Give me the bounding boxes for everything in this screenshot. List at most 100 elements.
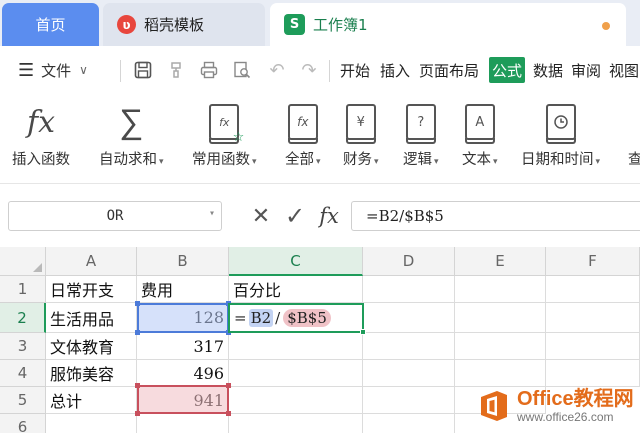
dropdown-arrow-icon: ▾ (316, 157, 321, 167)
cell-f2[interactable] (546, 303, 640, 333)
office-tutorial-watermark: Office教程网 www.office26.com (477, 382, 637, 430)
tab-formulas-label: 公式 (492, 61, 523, 80)
print-preview-icon[interactable] (231, 59, 253, 81)
cancel-formula-icon[interactable]: ✕ (248, 201, 274, 231)
tab-review-label: 审阅 (571, 61, 602, 80)
watermark-url: www.office26.com (517, 410, 614, 424)
cell-c1[interactable]: 百分比 (229, 276, 363, 303)
undo-icon[interactable]: ↶ (266, 59, 288, 81)
select-all-corner[interactable] (0, 247, 46, 276)
cell-b5[interactable]: 941 (137, 387, 229, 414)
chevron-down-icon[interactable]: ▾ (209, 208, 215, 219)
tab-docer-templates[interactable]: ʋ 稻壳模板 (103, 3, 265, 46)
row-header-6[interactable]: 6 (0, 414, 46, 433)
column-header-f[interactable]: F (546, 247, 640, 276)
column-a-label: A (85, 252, 97, 270)
logical-functions-button[interactable]: ? 逻辑 ▾ (403, 100, 439, 176)
tab-start-label: 开始 (340, 61, 371, 80)
column-header-b[interactable]: B (137, 247, 229, 276)
cell-e1[interactable] (455, 276, 546, 303)
lookup-label: 查 (628, 152, 640, 168)
cell-f3[interactable] (546, 333, 640, 360)
cell-a3[interactable]: 文体教育 (46, 333, 137, 360)
cell-d6[interactable] (363, 414, 455, 433)
cell-b2[interactable]: 128 (137, 303, 229, 333)
cell-b5-value: 941 (193, 390, 224, 410)
row-header-3[interactable]: 3 (0, 333, 46, 360)
column-header-e[interactable]: E (455, 247, 546, 276)
tab-page-layout-label: 页面布局 (419, 61, 480, 80)
common-functions-button[interactable]: fx ☆ 常用函数 ▾ (192, 100, 257, 176)
autosum-button[interactable]: ∑ 自动求和 ▾ (99, 100, 164, 176)
formulas-ribbon: fx 插入函数 ∑ 自动求和 ▾ fx ☆ 常用函数 ▾ fx 全部 ▾ ¥ 财务 ▾ (0, 94, 640, 184)
cell-d1[interactable] (363, 276, 455, 303)
tab-home[interactable]: 首页 (2, 3, 99, 46)
row-header-2[interactable]: 2 (0, 303, 46, 333)
cell-d2[interactable] (363, 303, 455, 333)
cell-d3[interactable] (363, 333, 455, 360)
cell-d5[interactable] (363, 387, 455, 414)
cell-c2-editor[interactable]: = B2 / $B$5 (228, 303, 366, 335)
row-header-4[interactable]: 4 (0, 360, 46, 387)
tab-start[interactable]: 开始 (340, 46, 370, 94)
tab-formulas[interactable]: 公式 (489, 57, 526, 83)
lookup-functions-button[interactable]: 查 (628, 100, 640, 176)
cell-a6[interactable] (46, 414, 137, 433)
text-functions-button[interactable]: A 文本 ▾ (462, 100, 498, 176)
cell-b1[interactable]: 费用 (137, 276, 229, 303)
cell-c6[interactable] (229, 414, 363, 433)
datetime-functions-button[interactable]: 日期和时间 ▾ (521, 100, 600, 176)
all-functions-button[interactable]: fx 全部 ▾ (285, 100, 321, 176)
insert-function-button[interactable]: fx 插入函数 (12, 100, 70, 176)
row-header-1[interactable]: 1 (0, 276, 46, 303)
cell-c5[interactable] (229, 387, 363, 414)
tab-page-layout[interactable]: 页面布局 (419, 46, 479, 94)
cell-d4[interactable] (363, 360, 455, 387)
insert-function-fx-icon[interactable]: fx (315, 201, 343, 231)
cell-b3[interactable]: 317 (137, 333, 229, 360)
save-icon[interactable] (132, 59, 154, 81)
fill-handle[interactable] (360, 329, 366, 335)
cell-b4[interactable]: 496 (137, 360, 229, 387)
formula-text: =B2/$B$5 (366, 207, 444, 225)
column-header-a[interactable]: A (46, 247, 137, 276)
text-a-icon: A (464, 100, 495, 144)
row-header-5[interactable]: 5 (0, 387, 46, 414)
tab-review[interactable]: 审阅 (571, 46, 601, 94)
cell-b2-value: 128 (193, 308, 224, 327)
confirm-formula-icon[interactable]: ✓ (281, 201, 309, 231)
dropdown-arrow-icon: ▾ (434, 157, 439, 167)
tab-data[interactable]: 数据 (533, 46, 563, 94)
sigma-icon: ∑ (119, 102, 144, 142)
all-functions-label: 全部 (285, 152, 314, 168)
cell-c4[interactable] (229, 360, 363, 387)
tab-workbook[interactable]: S 工作簿1 (270, 3, 626, 46)
formula-input[interactable]: =B2/$B$5 (351, 201, 640, 231)
cell-a2[interactable]: 生活用品 (46, 303, 137, 333)
column-c-label: C (290, 251, 301, 270)
print-icon[interactable] (198, 59, 220, 81)
cell-a1[interactable]: 日常开支 (46, 276, 137, 303)
cell-f1[interactable] (546, 276, 640, 303)
name-box[interactable]: OR ▾ (8, 201, 222, 231)
file-menu-button[interactable]: ☰ 文件 ∨ (18, 46, 88, 94)
column-header-d[interactable]: D (363, 247, 455, 276)
redo-icon[interactable]: ↷ (298, 59, 320, 81)
cell-c3[interactable] (229, 333, 363, 360)
cell-a5[interactable]: 总计 (46, 387, 137, 414)
cell-e3[interactable] (455, 333, 546, 360)
formula-eq: = (234, 309, 247, 327)
financial-label: 财务 (343, 152, 372, 168)
tab-insert[interactable]: 插入 (380, 46, 410, 94)
spreadsheet-logo-icon: S (284, 14, 305, 35)
column-header-c[interactable]: C (229, 247, 363, 276)
unsaved-indicator-icon[interactable] (602, 22, 610, 30)
cell-b6[interactable] (137, 414, 229, 433)
cell-a4[interactable]: 服饰美容 (46, 360, 137, 387)
insert-function-label: 插入函数 (12, 152, 70, 168)
cell-e2[interactable] (455, 303, 546, 333)
tab-view[interactable]: 视图 (609, 46, 639, 94)
format-painter-icon[interactable] (165, 59, 187, 81)
cell-c1-value: 百分比 (233, 281, 282, 300)
financial-functions-button[interactable]: ¥ 财务 ▾ (343, 100, 379, 176)
